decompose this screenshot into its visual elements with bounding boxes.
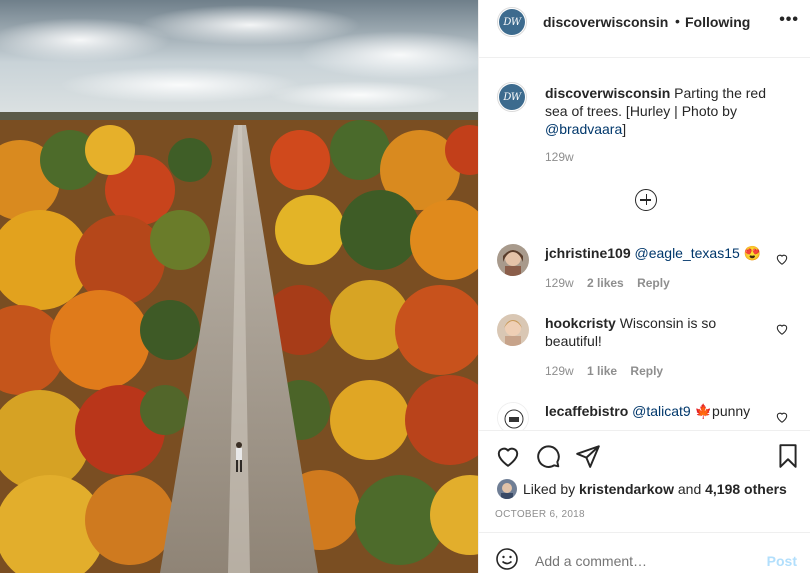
comment-text: hookcristy Wisconsin is so beautiful! xyxy=(545,314,771,350)
plus-circle-icon[interactable] xyxy=(635,189,657,211)
comment-username[interactable]: hookcristy xyxy=(545,315,616,331)
caption-end: ] xyxy=(622,121,627,137)
bookmark-icon[interactable] xyxy=(775,443,801,469)
caption-avatar[interactable]: DW xyxy=(497,82,527,112)
caption-username[interactable]: discoverwisconsin xyxy=(545,85,670,101)
autumn-forest-road-image xyxy=(0,0,478,573)
liker-username[interactable]: kristendarkow xyxy=(579,481,674,497)
heart-icon[interactable] xyxy=(775,252,789,266)
comment-body: 😍 xyxy=(739,245,762,261)
comment-body: 🍁punny xyxy=(690,403,751,419)
comment-text: jchristine109 @eagle_texas15 😍 xyxy=(545,244,771,262)
caption-logo-text: DW xyxy=(499,84,525,110)
post-side-panel: DW discoverwisconsin • Following ••• DW … xyxy=(478,0,810,573)
comment-age: 129w xyxy=(545,364,574,378)
reply-button[interactable]: Reply xyxy=(637,276,670,290)
comment-meta: 129w 2 likes Reply xyxy=(545,276,670,290)
add-comment-bar: Post xyxy=(479,532,810,573)
comment-username[interactable]: lecaffebistro xyxy=(545,403,628,419)
liked-by-middle: and xyxy=(677,481,702,497)
kristendarkow-avatar-image xyxy=(497,479,517,499)
hookcristy-avatar-image xyxy=(497,314,529,346)
caption-age: 129w xyxy=(545,150,574,164)
others-count[interactable]: 4,198 others xyxy=(705,481,787,497)
likes-summary: Liked by kristendarkow and 4,198 others xyxy=(497,479,787,499)
comment-username[interactable]: jchristine109 xyxy=(545,245,631,261)
liker-avatar[interactable] xyxy=(497,479,517,499)
heart-icon[interactable] xyxy=(495,443,521,469)
post-button[interactable]: Post xyxy=(767,553,797,569)
avatar[interactable] xyxy=(497,314,529,346)
post-photo[interactable] xyxy=(0,0,478,573)
heart-icon[interactable] xyxy=(775,410,789,424)
logo-text: DW xyxy=(499,9,525,35)
post-header: DW discoverwisconsin • Following ••• xyxy=(479,0,810,58)
caption-mention[interactable]: @bradvaara xyxy=(545,121,622,137)
lecaffebistro-logo-image xyxy=(498,403,528,430)
liked-by-prefix: Liked by xyxy=(523,481,576,497)
separator-dot: • xyxy=(675,13,680,29)
smiley-icon[interactable] xyxy=(495,547,519,571)
comment-icon[interactable] xyxy=(535,443,561,469)
comment-likes[interactable]: 2 likes xyxy=(587,276,624,290)
header-username[interactable]: discoverwisconsin xyxy=(543,14,668,30)
post-date: OCTOBER 6, 2018 xyxy=(495,509,585,520)
caption: discoverwisconsin Parting the red sea of… xyxy=(545,84,785,138)
paper-plane-icon[interactable] xyxy=(575,443,601,469)
comment-meta: 129w 1 like Reply xyxy=(545,364,663,378)
comment-input[interactable] xyxy=(535,553,735,569)
avatar[interactable] xyxy=(497,402,529,430)
discoverwisconsin-avatar[interactable]: DW xyxy=(497,7,527,37)
comments-list[interactable]: DW discoverwisconsin Parting the red sea… xyxy=(479,58,810,430)
post-actions: Liked by kristendarkow and 4,198 others … xyxy=(479,430,810,532)
more-options-icon[interactable]: ••• xyxy=(779,11,799,29)
jchristine109-avatar-image xyxy=(497,244,529,276)
comment-mention[interactable]: @talicat9 xyxy=(632,403,691,419)
avatar[interactable] xyxy=(497,244,529,276)
following-button[interactable]: Following xyxy=(685,14,750,30)
comment-likes[interactable]: 1 like xyxy=(587,364,617,378)
comment-mention[interactable]: @eagle_texas15 xyxy=(635,245,740,261)
comment-age: 129w xyxy=(545,276,574,290)
heart-icon[interactable] xyxy=(775,322,789,336)
comment-text: lecaffebistro @talicat9 🍁punny xyxy=(545,402,771,420)
reply-button[interactable]: Reply xyxy=(630,364,663,378)
